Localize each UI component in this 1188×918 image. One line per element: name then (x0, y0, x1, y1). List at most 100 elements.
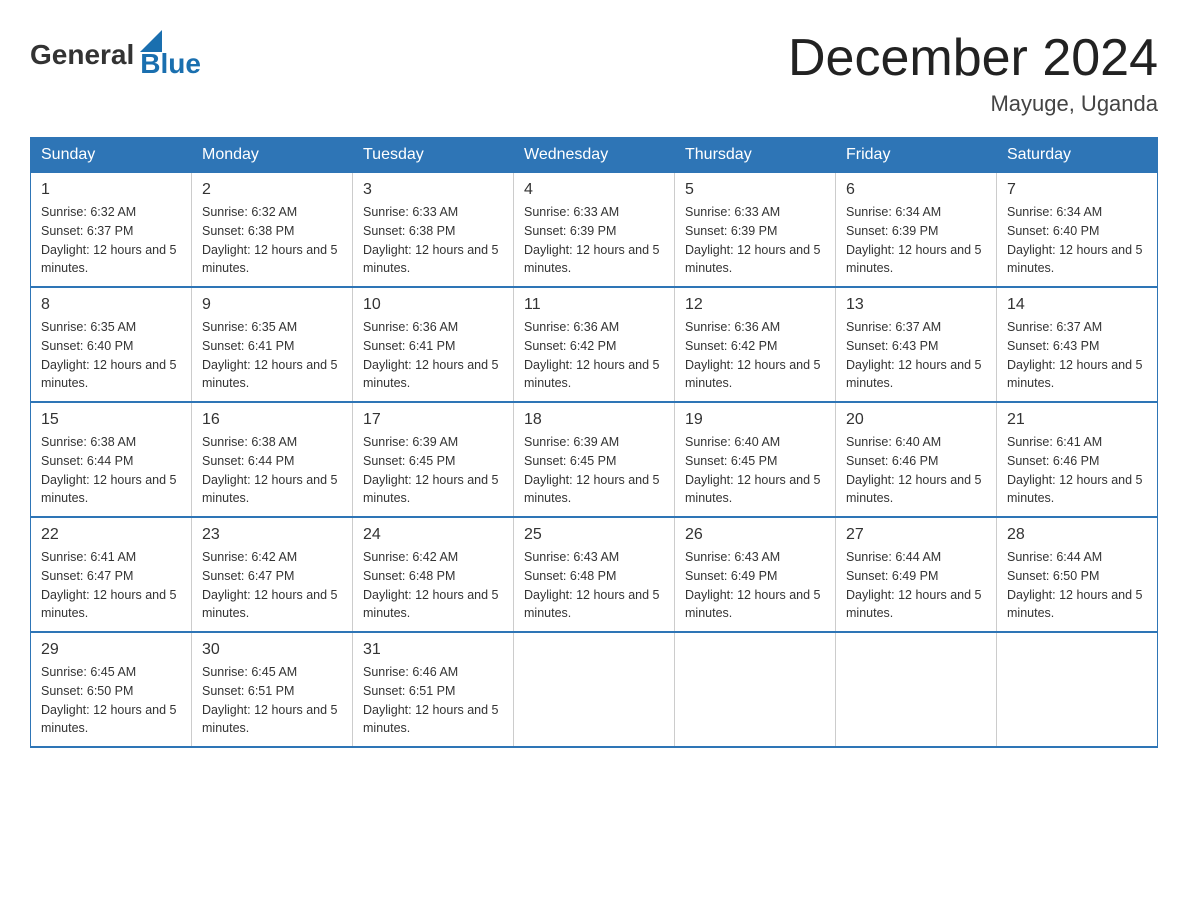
calendar-cell (836, 632, 997, 747)
day-number: 9 (202, 296, 342, 314)
calendar-cell: 25 Sunrise: 6:43 AMSunset: 6:48 PMDaylig… (514, 517, 675, 632)
calendar-cell: 10 Sunrise: 6:36 AMSunset: 6:41 PMDaylig… (353, 287, 514, 402)
month-title: December 2024 (788, 30, 1158, 87)
calendar-cell: 1 Sunrise: 6:32 AMSunset: 6:37 PMDayligh… (31, 173, 192, 288)
calendar-cell: 8 Sunrise: 6:35 AMSunset: 6:40 PMDayligh… (31, 287, 192, 402)
day-info: Sunrise: 6:37 AMSunset: 6:43 PMDaylight:… (846, 320, 982, 390)
day-info: Sunrise: 6:40 AMSunset: 6:46 PMDaylight:… (846, 435, 982, 505)
day-info: Sunrise: 6:39 AMSunset: 6:45 PMDaylight:… (363, 435, 499, 505)
day-number: 17 (363, 411, 503, 429)
day-number: 5 (685, 181, 825, 199)
day-info: Sunrise: 6:41 AMSunset: 6:47 PMDaylight:… (41, 550, 177, 620)
calendar-cell: 14 Sunrise: 6:37 AMSunset: 6:43 PMDaylig… (997, 287, 1158, 402)
logo-general: General (30, 39, 134, 71)
day-info: Sunrise: 6:37 AMSunset: 6:43 PMDaylight:… (1007, 320, 1143, 390)
calendar-cell: 21 Sunrise: 6:41 AMSunset: 6:46 PMDaylig… (997, 402, 1158, 517)
day-info: Sunrise: 6:34 AMSunset: 6:40 PMDaylight:… (1007, 205, 1143, 275)
calendar-cell (675, 632, 836, 747)
day-number: 20 (846, 411, 986, 429)
day-number: 6 (846, 181, 986, 199)
calendar-cell: 13 Sunrise: 6:37 AMSunset: 6:43 PMDaylig… (836, 287, 997, 402)
day-info: Sunrise: 6:35 AMSunset: 6:41 PMDaylight:… (202, 320, 338, 390)
day-info: Sunrise: 6:39 AMSunset: 6:45 PMDaylight:… (524, 435, 660, 505)
calendar-week-row: 22 Sunrise: 6:41 AMSunset: 6:47 PMDaylig… (31, 517, 1158, 632)
day-info: Sunrise: 6:38 AMSunset: 6:44 PMDaylight:… (202, 435, 338, 505)
day-info: Sunrise: 6:38 AMSunset: 6:44 PMDaylight:… (41, 435, 177, 505)
day-number: 30 (202, 641, 342, 659)
day-info: Sunrise: 6:32 AMSunset: 6:37 PMDaylight:… (41, 205, 177, 275)
header-saturday: Saturday (997, 138, 1158, 173)
day-number: 29 (41, 641, 181, 659)
header-tuesday: Tuesday (353, 138, 514, 173)
day-info: Sunrise: 6:36 AMSunset: 6:42 PMDaylight:… (524, 320, 660, 390)
day-number: 26 (685, 526, 825, 544)
day-number: 1 (41, 181, 181, 199)
calendar-cell: 11 Sunrise: 6:36 AMSunset: 6:42 PMDaylig… (514, 287, 675, 402)
page-header: General Blue December 2024 Mayuge, Ugand… (30, 30, 1158, 117)
calendar-cell (997, 632, 1158, 747)
day-info: Sunrise: 6:44 AMSunset: 6:49 PMDaylight:… (846, 550, 982, 620)
day-number: 31 (363, 641, 503, 659)
day-number: 12 (685, 296, 825, 314)
calendar-cell: 24 Sunrise: 6:42 AMSunset: 6:48 PMDaylig… (353, 517, 514, 632)
day-info: Sunrise: 6:45 AMSunset: 6:51 PMDaylight:… (202, 665, 338, 735)
day-number: 3 (363, 181, 503, 199)
calendar-cell: 3 Sunrise: 6:33 AMSunset: 6:38 PMDayligh… (353, 173, 514, 288)
day-info: Sunrise: 6:32 AMSunset: 6:38 PMDaylight:… (202, 205, 338, 275)
calendar-cell: 18 Sunrise: 6:39 AMSunset: 6:45 PMDaylig… (514, 402, 675, 517)
day-number: 8 (41, 296, 181, 314)
day-number: 4 (524, 181, 664, 199)
calendar-cell: 19 Sunrise: 6:40 AMSunset: 6:45 PMDaylig… (675, 402, 836, 517)
logo-blue: Blue (140, 48, 201, 80)
day-number: 28 (1007, 526, 1147, 544)
day-info: Sunrise: 6:34 AMSunset: 6:39 PMDaylight:… (846, 205, 982, 275)
calendar-header-row: SundayMondayTuesdayWednesdayThursdayFrid… (31, 138, 1158, 173)
day-number: 11 (524, 296, 664, 314)
calendar-cell: 29 Sunrise: 6:45 AMSunset: 6:50 PMDaylig… (31, 632, 192, 747)
day-info: Sunrise: 6:36 AMSunset: 6:41 PMDaylight:… (363, 320, 499, 390)
header-monday: Monday (192, 138, 353, 173)
day-number: 23 (202, 526, 342, 544)
day-info: Sunrise: 6:42 AMSunset: 6:47 PMDaylight:… (202, 550, 338, 620)
calendar-cell (514, 632, 675, 747)
day-number: 15 (41, 411, 181, 429)
day-number: 21 (1007, 411, 1147, 429)
calendar-week-row: 8 Sunrise: 6:35 AMSunset: 6:40 PMDayligh… (31, 287, 1158, 402)
header-sunday: Sunday (31, 138, 192, 173)
day-info: Sunrise: 6:36 AMSunset: 6:42 PMDaylight:… (685, 320, 821, 390)
day-info: Sunrise: 6:43 AMSunset: 6:48 PMDaylight:… (524, 550, 660, 620)
calendar-cell: 23 Sunrise: 6:42 AMSunset: 6:47 PMDaylig… (192, 517, 353, 632)
calendar-week-row: 15 Sunrise: 6:38 AMSunset: 6:44 PMDaylig… (31, 402, 1158, 517)
day-info: Sunrise: 6:33 AMSunset: 6:38 PMDaylight:… (363, 205, 499, 275)
day-number: 14 (1007, 296, 1147, 314)
day-number: 10 (363, 296, 503, 314)
day-number: 7 (1007, 181, 1147, 199)
calendar-table: SundayMondayTuesdayWednesdayThursdayFrid… (30, 137, 1158, 748)
calendar-cell: 31 Sunrise: 6:46 AMSunset: 6:51 PMDaylig… (353, 632, 514, 747)
day-info: Sunrise: 6:33 AMSunset: 6:39 PMDaylight:… (685, 205, 821, 275)
calendar-cell: 2 Sunrise: 6:32 AMSunset: 6:38 PMDayligh… (192, 173, 353, 288)
title-block: December 2024 Mayuge, Uganda (788, 30, 1158, 117)
calendar-cell: 5 Sunrise: 6:33 AMSunset: 6:39 PMDayligh… (675, 173, 836, 288)
calendar-cell: 22 Sunrise: 6:41 AMSunset: 6:47 PMDaylig… (31, 517, 192, 632)
day-info: Sunrise: 6:41 AMSunset: 6:46 PMDaylight:… (1007, 435, 1143, 505)
calendar-week-row: 1 Sunrise: 6:32 AMSunset: 6:37 PMDayligh… (31, 173, 1158, 288)
day-number: 24 (363, 526, 503, 544)
day-number: 13 (846, 296, 986, 314)
day-number: 25 (524, 526, 664, 544)
day-number: 19 (685, 411, 825, 429)
day-number: 2 (202, 181, 342, 199)
day-info: Sunrise: 6:42 AMSunset: 6:48 PMDaylight:… (363, 550, 499, 620)
location-title: Mayuge, Uganda (788, 91, 1158, 117)
day-number: 27 (846, 526, 986, 544)
calendar-cell: 7 Sunrise: 6:34 AMSunset: 6:40 PMDayligh… (997, 173, 1158, 288)
header-thursday: Thursday (675, 138, 836, 173)
calendar-cell: 16 Sunrise: 6:38 AMSunset: 6:44 PMDaylig… (192, 402, 353, 517)
calendar-cell: 17 Sunrise: 6:39 AMSunset: 6:45 PMDaylig… (353, 402, 514, 517)
calendar-cell: 27 Sunrise: 6:44 AMSunset: 6:49 PMDaylig… (836, 517, 997, 632)
calendar-cell: 30 Sunrise: 6:45 AMSunset: 6:51 PMDaylig… (192, 632, 353, 747)
day-number: 22 (41, 526, 181, 544)
calendar-body: 1 Sunrise: 6:32 AMSunset: 6:37 PMDayligh… (31, 173, 1158, 748)
calendar-cell: 28 Sunrise: 6:44 AMSunset: 6:50 PMDaylig… (997, 517, 1158, 632)
calendar-cell: 4 Sunrise: 6:33 AMSunset: 6:39 PMDayligh… (514, 173, 675, 288)
